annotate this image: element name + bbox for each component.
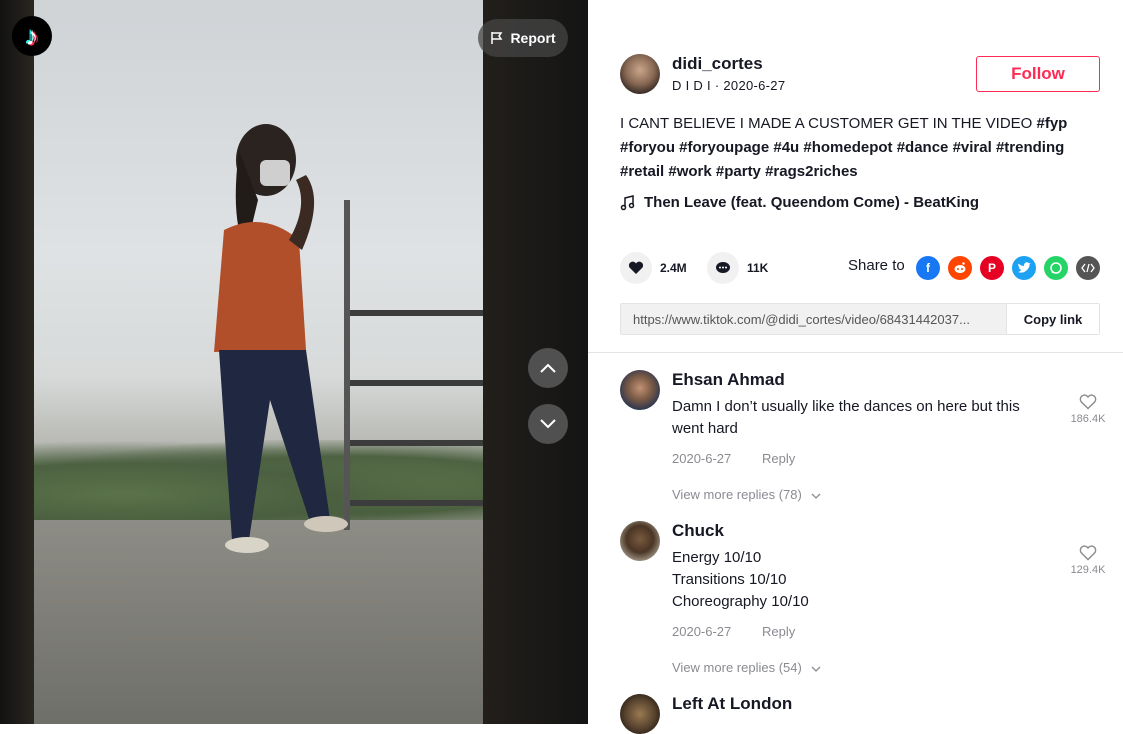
comment-icon bbox=[707, 252, 739, 284]
comment-count: 11K bbox=[747, 261, 769, 275]
heart-outline-icon bbox=[1079, 545, 1097, 561]
commenter-name[interactable]: Ehsan Ahmad bbox=[672, 370, 785, 390]
music-note-icon bbox=[620, 194, 635, 210]
copy-link-button[interactable]: Copy link bbox=[1006, 304, 1099, 334]
reply-button[interactable]: Reply bbox=[762, 451, 795, 466]
embed-icon[interactable] bbox=[1076, 256, 1100, 280]
reddit-icon[interactable] bbox=[948, 256, 972, 280]
chevron-down-icon bbox=[811, 493, 821, 499]
heart-outline-icon bbox=[1079, 394, 1097, 410]
view-more-replies-label: View more replies (78) bbox=[672, 487, 802, 502]
comment-like-count: 129.4K bbox=[1070, 564, 1106, 576]
view-more-replies-label: View more replies (54) bbox=[672, 660, 802, 675]
video-link-text[interactable]: https://www.tiktok.com/@didi_cortes/vide… bbox=[621, 304, 1006, 334]
comment-line: Energy 10/10 bbox=[672, 549, 762, 566]
comment-button[interactable]: 11K bbox=[707, 252, 768, 284]
music-link[interactable]: Then Leave (feat. Queendom Come) - BeatK… bbox=[620, 194, 979, 211]
whatsapp-icon[interactable] bbox=[1044, 256, 1068, 280]
comment-like-button[interactable]: 186.4K bbox=[1068, 394, 1108, 425]
caption-text: I CANT BELIEVE I MADE A CUSTOMER GET IN … bbox=[620, 115, 1033, 132]
author-subline: D I D I · 2020-6-27 bbox=[672, 78, 786, 93]
chevron-down-icon bbox=[540, 419, 556, 429]
comment-text: Damn I don’t usually like the dances on … bbox=[672, 398, 1020, 437]
heart-icon bbox=[620, 252, 652, 284]
post-date: 2020-6-27 bbox=[723, 78, 786, 93]
commenter-name[interactable]: Chuck bbox=[672, 521, 724, 541]
reply-button[interactable]: Reply bbox=[762, 624, 795, 639]
chevron-down-icon bbox=[811, 666, 821, 672]
dancer-figure bbox=[214, 124, 348, 553]
comment-like-button[interactable]: 129.4K bbox=[1068, 545, 1108, 576]
section-divider bbox=[588, 352, 1123, 353]
view-more-replies[interactable]: View more replies (54) bbox=[672, 660, 821, 675]
video-details-panel: didi_cortes D I D I · 2020-6-27 Follow I… bbox=[588, 0, 1123, 734]
comment-date: 2020-6-27 bbox=[672, 624, 732, 639]
author-nickname: D I D I bbox=[672, 78, 711, 93]
author-username[interactable]: didi_cortes bbox=[672, 54, 763, 74]
comment-like-count: 186.4K bbox=[1070, 413, 1106, 425]
tiktok-logo[interactable]: ♪ bbox=[12, 16, 52, 56]
comment-date: 2020-6-27 bbox=[672, 451, 732, 466]
commenter-avatar[interactable] bbox=[620, 521, 660, 561]
view-more-replies[interactable]: View more replies (78) bbox=[672, 487, 821, 502]
flag-icon bbox=[491, 32, 503, 44]
facebook-icon[interactable]: f bbox=[916, 256, 940, 280]
commenter-name[interactable]: Left At London bbox=[672, 694, 792, 714]
video-player[interactable]: ♪ Report bbox=[0, 0, 588, 724]
comment-text: Energy 10/10 Transitions 10/10 Choreogra… bbox=[672, 547, 1052, 613]
next-video-button[interactable] bbox=[528, 404, 568, 444]
video-frame[interactable] bbox=[34, 0, 483, 724]
like-count: 2.4M bbox=[660, 261, 687, 275]
comment-line: Transitions 10/10 bbox=[672, 571, 787, 588]
video-link-box: https://www.tiktok.com/@didi_cortes/vide… bbox=[620, 303, 1100, 335]
pinterest-icon[interactable]: P bbox=[980, 256, 1004, 280]
music-title: Then Leave (feat. Queendom Come) - BeatK… bbox=[644, 194, 980, 211]
share-label: Share to bbox=[848, 257, 905, 274]
follow-button[interactable]: Follow bbox=[976, 56, 1100, 92]
report-label: Report bbox=[510, 30, 556, 46]
previous-video-button[interactable] bbox=[528, 348, 568, 388]
like-button[interactable]: 2.4M bbox=[620, 252, 687, 284]
chevron-up-icon bbox=[540, 363, 556, 373]
video-caption: I CANT BELIEVE I MADE A CUSTOMER GET IN … bbox=[620, 112, 1090, 184]
twitter-icon[interactable] bbox=[1012, 256, 1036, 280]
commenter-avatar[interactable] bbox=[620, 694, 660, 734]
commenter-avatar[interactable] bbox=[620, 370, 660, 410]
comment-line: Choreography 10/10 bbox=[672, 593, 809, 610]
report-button[interactable]: Report bbox=[478, 19, 568, 57]
author-avatar[interactable] bbox=[620, 54, 660, 94]
